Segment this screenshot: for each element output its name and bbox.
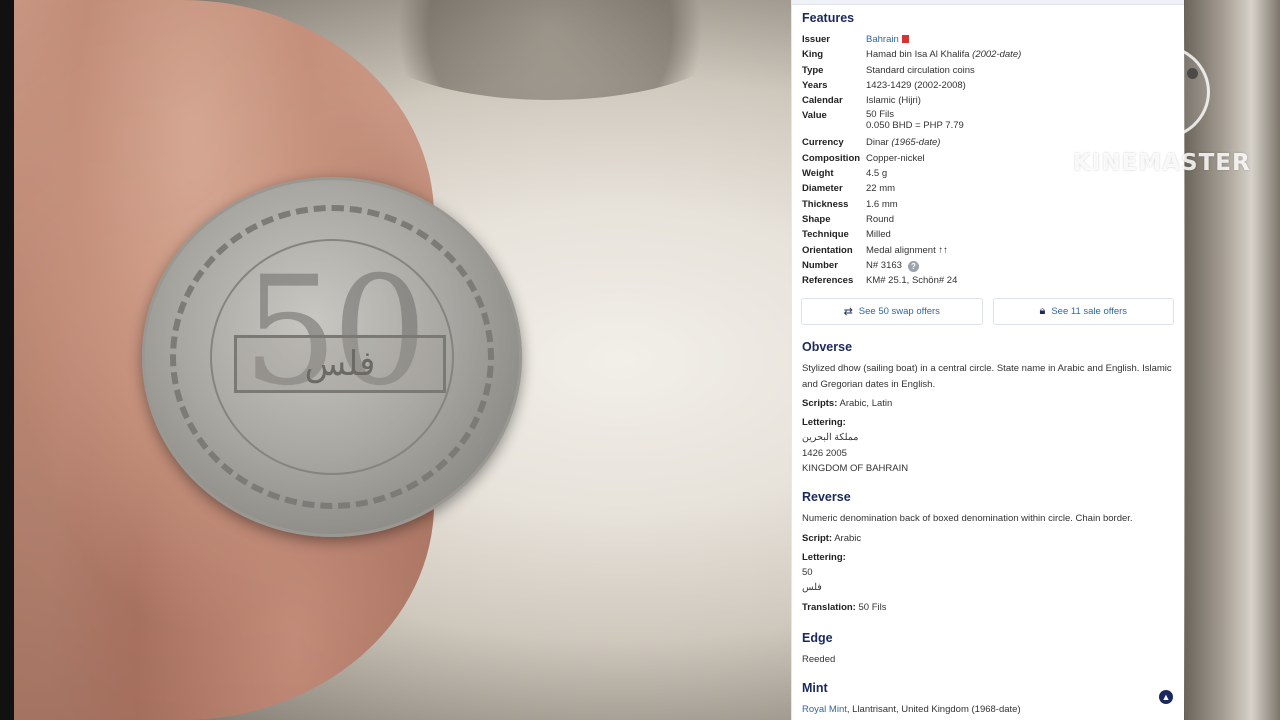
reverse-section: Reverse Numeric denomination back of box…: [802, 490, 1174, 615]
feature-row-references: References KM# 25.1, Schön# 24: [802, 273, 1174, 288]
coin-photo: 50 فلس: [142, 177, 522, 537]
feature-key: Orientation: [802, 244, 853, 256]
feature-key: Issuer: [802, 34, 830, 45]
feature-row-thickness: Thickness 1.6 mm: [802, 197, 1174, 212]
feature-value: Medal alignment ↑↑: [866, 244, 948, 256]
obverse-section: Obverse Stylized dhow (sailing boat) in …: [802, 340, 1174, 476]
technique-link[interactable]: Milled: [866, 227, 891, 242]
feature-key: Technique: [802, 229, 849, 241]
obverse-lettering-line: KINGDOM OF BAHRAIN: [802, 463, 909, 475]
feature-row-issuer: Issuer Bahrain: [802, 32, 1174, 47]
feature-value: Copper-nickel: [866, 152, 925, 164]
mint-link[interactable]: Royal Mint: [802, 704, 847, 715]
feature-row-diameter: Diameter 22 mm: [802, 181, 1174, 196]
feature-row-technique: Technique Milled: [802, 227, 1174, 242]
obverse-heading: Obverse: [802, 340, 853, 354]
letterbox-bar: [0, 0, 14, 720]
feature-row-shape: Shape Round: [802, 212, 1174, 227]
edge-value: Reeded: [802, 654, 836, 666]
coin-denomination-box: فلس: [234, 335, 446, 393]
feature-key: Value: [802, 110, 827, 122]
feature-key: Thickness: [802, 198, 849, 210]
feature-key: Diameter: [802, 183, 843, 195]
feature-key: References: [802, 275, 854, 287]
feature-key: Type: [802, 64, 824, 76]
feature-row-number: Number N# 3163?: [802, 258, 1174, 273]
issuer-link[interactable]: Bahrain: [866, 34, 899, 45]
feature-key: Calendar: [802, 95, 843, 107]
feature-value: KM# 25.1, Schön# 24: [866, 275, 958, 287]
obverse-description: Stylized dhow (sailing boat) in a centra…: [802, 363, 1172, 390]
feature-key: Number: [802, 259, 838, 271]
reverse-lettering-line: فلس: [802, 582, 822, 594]
reverse-script: Script: Arabic: [802, 532, 862, 544]
mint-heading: Mint: [802, 681, 828, 695]
mint-section: Mint Royal Mint, Llantrisant, United Kin…: [802, 681, 1174, 718]
feature-row-king: King Hamad bin Isa Al Khalifa (2002-date…: [802, 47, 1174, 62]
feature-row-orientation: Orientation Medal alignment ↑↑: [802, 243, 1174, 258]
king-link[interactable]: Hamad bin Isa Al Khalifa (2002-date): [866, 47, 1021, 62]
value-exchange: 0.050 BHD = PHP 7.79: [866, 119, 964, 131]
feature-key: King: [802, 49, 824, 61]
feature-key: Composition: [802, 152, 861, 164]
feature-value: 22 mm: [866, 183, 896, 195]
feature-value: 1.6 mm: [866, 198, 898, 210]
feature-value: Islamic (Hijri): [866, 95, 921, 107]
reverse-lettering-label: Lettering:: [802, 551, 846, 563]
offer-buttons: ⇄ See 50 swap offers 🔒︎ See 11 sale offers: [801, 298, 1174, 325]
feature-value: Round: [866, 213, 894, 225]
reverse-description: Numeric denomination back of boxed denom…: [802, 513, 1133, 525]
feature-key: Shape: [802, 213, 831, 225]
obverse-lettering-line: مملكة البحرين: [802, 432, 859, 444]
feature-value: 4.5 g: [866, 168, 888, 180]
reverse-lettering-line: 50: [802, 567, 813, 579]
mint-value: Royal Mint, Llantrisant, United Kingdom …: [802, 704, 1021, 716]
reverse-translation: Translation: 50 Fils: [802, 601, 887, 613]
swap-offers-button[interactable]: ⇄ See 50 swap offers: [801, 298, 983, 325]
panel-top-border: [792, 0, 1184, 5]
feature-value: Dinar (1965-date): [866, 137, 941, 149]
coin-denomination-word: فلس: [304, 344, 376, 384]
feature-value: 1423-1429 (2002-2008): [866, 79, 966, 91]
feature-key: Years: [802, 79, 828, 91]
type-link[interactable]: Standard circulation coins: [866, 63, 975, 78]
edge-heading: Edge: [802, 631, 833, 645]
help-icon[interactable]: ?: [907, 260, 919, 272]
feature-key: Currency: [802, 137, 844, 149]
sale-offers-button[interactable]: 🔒︎ See 11 sale offers: [992, 298, 1174, 325]
obverse-scripts: Scripts: Arabic, Latin: [802, 397, 893, 409]
swap-icon: ⇄: [843, 306, 853, 318]
kinemaster-logo-icon: K: [1108, 44, 1210, 140]
obverse-lettering-line: 1426 2005: [802, 447, 847, 459]
kinemaster-watermark: KINEMASTER: [1073, 150, 1251, 176]
features-heading: Features: [802, 11, 855, 25]
feature-value: 50 Fils 0.050 BHD = PHP 7.79: [866, 108, 964, 135]
feature-key: Weight: [802, 168, 834, 180]
reverse-heading: Reverse: [802, 490, 851, 504]
scroll-to-top-icon[interactable]: ▲: [1159, 690, 1173, 704]
obverse-lettering-label: Lettering:: [802, 417, 846, 429]
lock-icon: 🔒︎: [1039, 305, 1046, 317]
flag-icon: [901, 35, 909, 43]
edge-section: Edge Reeded: [802, 631, 1174, 668]
logo-dot: [1187, 68, 1198, 79]
feature-row-currency: Currency Dinar (1965-date): [802, 135, 1174, 150]
feature-value: N# 3163?: [866, 258, 919, 273]
